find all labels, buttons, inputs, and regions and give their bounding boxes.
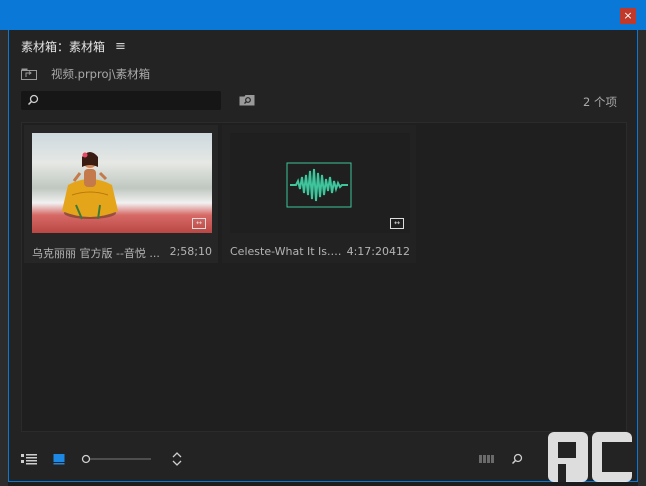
- sort-icon: [172, 452, 182, 466]
- search-icon: [27, 94, 39, 106]
- bin-window: 素材箱：素材箱 ≡ 视频.prproj\素材箱 2 个项 ↔ 乌克丽丽 官方版 …: [8, 30, 638, 482]
- right-edge: [638, 30, 646, 486]
- item-caption: 乌克丽丽 官方版 --音悦 ... 2;58;10: [32, 245, 212, 261]
- zoom-slider-track: [81, 454, 151, 464]
- item-name: Celeste-What It Is.mp3: [230, 245, 347, 258]
- video-thumbnail[interactable]: ↔: [32, 133, 212, 233]
- item-caption: Celeste-What It Is.mp3 4:17:20412: [230, 245, 410, 258]
- media-type-badge: ↔: [390, 218, 404, 229]
- search-icon: [511, 453, 523, 465]
- list-item[interactable]: ↔ Celeste-What It Is.mp3 4:17:20412: [222, 125, 416, 263]
- icon-view-button[interactable]: [53, 450, 65, 468]
- left-edge: [0, 30, 8, 486]
- bin-path: 视频.prproj\素材箱: [51, 67, 151, 81]
- item-duration: 4:17:20412: [346, 245, 410, 258]
- icon-view-icon: [53, 454, 65, 465]
- item-name: 乌克丽丽 官方版 --音悦 ...: [32, 247, 160, 260]
- media-type-badge: ↔: [192, 218, 206, 229]
- phplms-logo: [548, 432, 632, 482]
- item-count: 2 个项: [583, 95, 617, 109]
- list-item[interactable]: ↔ 乌克丽丽 官方版 --音悦 ... 2;58;10: [24, 125, 218, 263]
- item-duration: 2;58;10: [169, 245, 212, 258]
- waveform-icon: [286, 162, 352, 208]
- menu-icon[interactable]: ≡: [115, 39, 126, 54]
- search-field[interactable]: [21, 91, 221, 110]
- title-bar: ×: [0, 0, 646, 30]
- panel-tab[interactable]: 素材箱：素材箱 ≡: [21, 38, 126, 55]
- hula-doll-image: [62, 152, 118, 220]
- automate-to-sequence-button[interactable]: [479, 450, 495, 468]
- item-grid: ↔ 乌克丽丽 官方版 --音悦 ... 2;58;10 ↔ Celeste-Wh…: [21, 122, 627, 432]
- close-button[interactable]: ×: [620, 8, 636, 24]
- automate-icon: [479, 455, 494, 463]
- zoom-slider[interactable]: [81, 450, 153, 468]
- folder-up-icon[interactable]: [21, 68, 37, 80]
- bottom-toolbar: [21, 450, 627, 470]
- audio-thumbnail[interactable]: ↔: [230, 133, 410, 233]
- breadcrumb: 视频.prproj\素材箱: [21, 66, 150, 82]
- list-view-icon: [21, 454, 37, 465]
- find-in-bin-icon[interactable]: [239, 94, 255, 106]
- find-button[interactable]: [511, 450, 523, 468]
- sort-button[interactable]: [171, 450, 183, 468]
- watermark-logo: [544, 428, 640, 486]
- panel-title: 素材箱：素材箱: [21, 40, 106, 54]
- list-view-button[interactable]: [21, 450, 37, 468]
